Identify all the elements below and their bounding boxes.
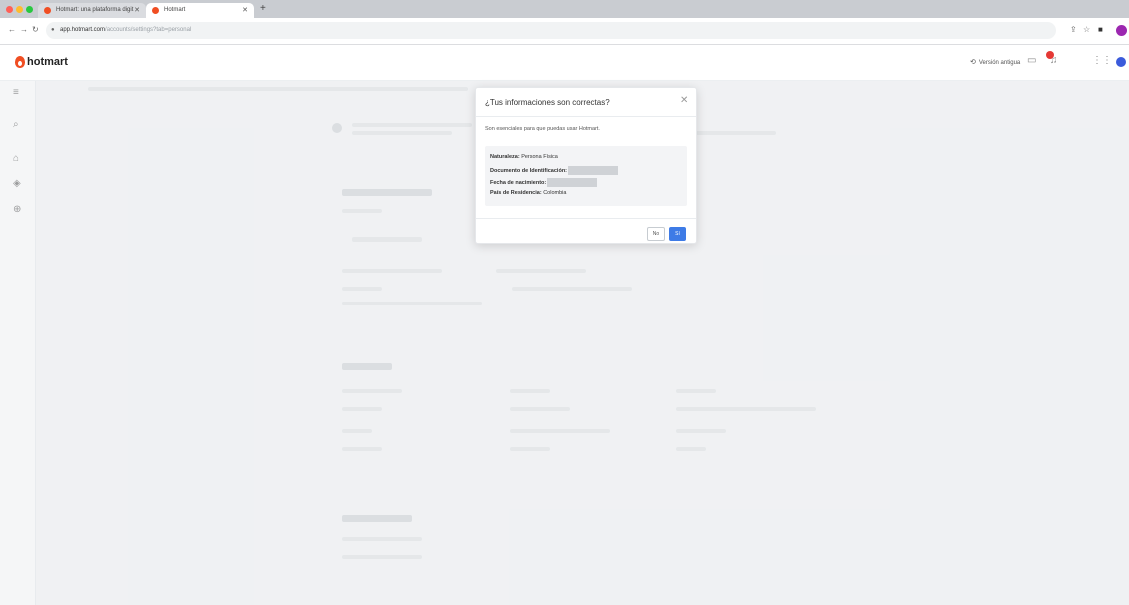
old-version-link[interactable]: ⟲ Versión antigua	[970, 58, 1020, 66]
app-header: hotmart ⟲ Versión antigua ▭ ♫ ⋮⋮	[0, 45, 1129, 81]
new-tab-icon[interactable]: +	[260, 3, 266, 14]
tab-title: Hotmart	[164, 7, 186, 13]
yes-button[interactable]: Sí	[669, 227, 686, 241]
nature-row: Naturaleza: Persona Física	[490, 154, 558, 160]
birthdate-row: Fecha de nacimiento:	[490, 178, 598, 187]
lock-icon: ●	[51, 27, 55, 33]
redacted-document-value	[568, 166, 619, 175]
sidebar-toggle-icon[interactable]: ■	[1098, 25, 1103, 34]
close-icon[interactable]: ✕	[680, 95, 688, 106]
close-tab-icon[interactable]: ✕	[242, 3, 248, 18]
divider	[476, 116, 696, 117]
share-icon[interactable]: ⇪	[1070, 25, 1077, 34]
dialog-subtitle: Son esenciales para que puedas usar Hotm…	[485, 126, 600, 132]
hotmart-favicon-icon	[152, 7, 159, 14]
redacted-birthdate-value	[547, 178, 598, 187]
reload-icon[interactable]: ↻	[32, 25, 39, 34]
country-label: País de Residencia:	[490, 190, 542, 196]
url-host: app.hotmart.com	[60, 27, 106, 33]
browser-profile-avatar[interactable]	[1116, 25, 1127, 36]
maximize-window-icon[interactable]	[26, 6, 33, 13]
document-label: Documento de Identificación:	[490, 167, 568, 174]
info-summary-box: Naturaleza: Persona Física Documento de …	[485, 146, 687, 206]
document-row: Documento de Identificación:	[490, 166, 619, 175]
url-field[interactable]: ● app.hotmart.com/accounts/settings?tab=…	[46, 22, 1056, 39]
browser-tab-bar: Hotmart: una plataforma digit ✕ Hotmart …	[0, 0, 1129, 18]
nature-value: Persona Física	[521, 154, 558, 160]
chat-icon[interactable]: ▭	[1027, 55, 1036, 66]
birthdate-label: Fecha de nacimiento:	[490, 179, 547, 186]
no-button[interactable]: No	[647, 227, 665, 241]
close-tab-icon[interactable]: ✕	[134, 3, 140, 18]
old-version-label: Versión antigua	[978, 60, 1021, 66]
browser-tab-active[interactable]: Hotmart ✕	[146, 3, 254, 18]
divider	[476, 218, 696, 219]
sync-icon: ⟲	[970, 59, 976, 66]
country-value: Colombia	[543, 190, 567, 196]
hotmart-logo[interactable]: hotmart	[15, 56, 68, 68]
user-avatar[interactable]	[1116, 57, 1126, 67]
browser-tab[interactable]: Hotmart: una plataforma digit ✕	[38, 3, 146, 18]
close-window-icon[interactable]	[6, 6, 13, 13]
tab-title: Hotmart: una plataforma digit	[56, 7, 134, 13]
back-icon[interactable]: ←	[8, 25, 16, 34]
logo-text: hotmart	[27, 56, 68, 68]
hotmart-flame-icon	[15, 56, 25, 68]
bookmark-star-icon[interactable]: ☆	[1083, 25, 1090, 34]
confirm-info-dialog: ¿Tus informaciones son correctas? ✕ Son …	[475, 87, 697, 244]
apps-grid-icon[interactable]: ⋮⋮	[1092, 55, 1112, 66]
address-bar: ← → ↻ ● app.hotmart.com/accounts/setting…	[0, 18, 1129, 45]
minimize-window-icon[interactable]	[16, 6, 23, 13]
nature-label: Naturaleza:	[490, 154, 520, 160]
hotmart-favicon-icon	[44, 7, 51, 14]
dialog-title: ¿Tus informaciones son correctas?	[485, 98, 610, 107]
url-path: /accounts/settings?tab=personal	[105, 27, 192, 33]
forward-icon[interactable]: →	[20, 25, 28, 34]
country-row: País de Residencia: Colombia	[490, 190, 566, 196]
notification-badge	[1046, 51, 1054, 59]
